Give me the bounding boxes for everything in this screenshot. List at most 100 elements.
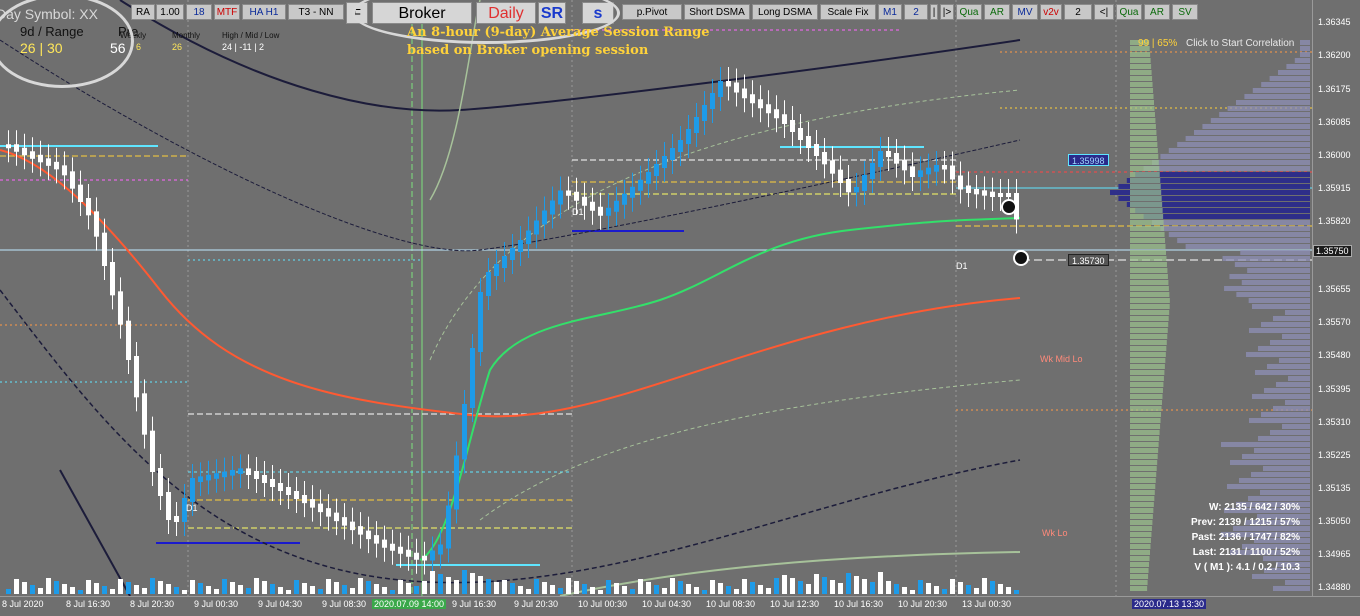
profile-bar [1240, 250, 1310, 255]
candle-body [686, 129, 691, 144]
volume-bar [582, 584, 587, 594]
profile-bar-green [1130, 538, 1151, 543]
long-dsma-button[interactable]: Long DSMA [752, 4, 818, 20]
volume-bar [126, 582, 131, 594]
profile-bar-green [1130, 376, 1164, 381]
mv-button[interactable]: MV [1012, 4, 1038, 20]
profile-bar [1160, 154, 1310, 159]
volume-bar [806, 584, 811, 594]
current-price-tag: 1.35750 [1313, 245, 1352, 257]
candle-body [310, 499, 315, 508]
profile-bar [1278, 70, 1310, 75]
volume-bar [134, 585, 139, 594]
trade-marker[interactable] [1001, 199, 1017, 215]
volume-bar [182, 590, 187, 594]
scale-fix-button[interactable]: Scale Fix [820, 4, 876, 20]
correlation-button[interactable]: Click to Start Correlation [1186, 38, 1294, 49]
volume-bar [830, 580, 835, 594]
candle-body [238, 468, 243, 474]
candle-body [318, 503, 323, 513]
volume-bar [846, 573, 851, 594]
profile-bar [1177, 142, 1310, 147]
ha-h1-button[interactable]: HA H1 [242, 4, 286, 20]
candle-body [902, 159, 907, 171]
candle-body [750, 94, 755, 104]
volume-bar [430, 571, 435, 594]
profile-bar-green [1130, 184, 1161, 189]
time-tick: 9 Jul 16:30 [452, 599, 497, 609]
profile-bar-green [1130, 586, 1148, 591]
sv-button[interactable]: SV [1172, 4, 1198, 20]
price-tick: 1.35135 [1318, 483, 1351, 493]
profile-bar-green [1130, 490, 1155, 495]
trade-marker[interactable] [1013, 250, 1029, 266]
volume-bar [974, 588, 979, 594]
profile-bar [1260, 490, 1310, 495]
t3-button[interactable]: T3 - NN [288, 4, 344, 20]
candle-body [942, 165, 947, 170]
ppivot-button[interactable]: p.Pivot [622, 4, 682, 20]
ratio-button[interactable]: 1.00 [156, 4, 184, 20]
mtf-button[interactable]: MTF [214, 4, 240, 20]
back-button[interactable]: <| [1094, 4, 1114, 20]
candle-body [166, 492, 171, 520]
profile-bar [1273, 586, 1310, 591]
profile-bar-green [1130, 142, 1158, 147]
profile-bar-green [1130, 346, 1167, 351]
profile-bar-green [1130, 226, 1165, 231]
price-tick: 1.36200 [1318, 50, 1351, 60]
candle-body [382, 539, 387, 548]
volume-bar [262, 581, 267, 594]
short-dsma-button[interactable]: Short DSMA [684, 4, 750, 20]
bar-separator[interactable]: | [930, 4, 938, 20]
qua-button[interactable]: Qua [956, 4, 982, 20]
two-b-button[interactable]: 2 [1064, 4, 1092, 20]
profile-bar [1258, 436, 1310, 441]
ar2-button[interactable]: AR [1144, 4, 1170, 20]
ar-button[interactable]: AR [984, 4, 1010, 20]
volume-bar [774, 578, 779, 594]
candle-body [934, 165, 939, 172]
volume-bar [6, 589, 11, 594]
m1-button[interactable]: M1 [878, 4, 902, 20]
volume-bar [78, 590, 83, 594]
candle-body [566, 190, 571, 196]
candle-body [286, 487, 291, 495]
period-button[interactable]: 18 [186, 4, 212, 20]
stat-past: Past: 2136 / 1747 / 82% [1191, 532, 1300, 543]
volume-bar [510, 583, 515, 594]
candle-body [278, 483, 283, 491]
volume-bar [462, 570, 467, 594]
candle-body [574, 191, 579, 201]
v2v-button[interactable]: v2v [1040, 4, 1062, 20]
volume-bar [230, 582, 235, 594]
profile-bar-green [1130, 52, 1151, 57]
profile-bar [1288, 376, 1310, 381]
volume-bar [110, 589, 115, 594]
time-tick: 9 Jul 04:30 [258, 599, 303, 609]
profile-bar-green [1130, 508, 1154, 513]
ra-button[interactable]: RA [131, 4, 155, 20]
profile-bar-green [1130, 94, 1154, 99]
profile-bar-green [1130, 178, 1161, 183]
candle-body [174, 516, 179, 522]
qua2-button[interactable]: Qua [1116, 4, 1142, 20]
profile-bar-green [1130, 250, 1166, 255]
profile-bar-green [1130, 112, 1155, 117]
profile-bar [1249, 418, 1310, 423]
monthly-value: 26 [172, 42, 183, 52]
volume-bar [870, 582, 875, 594]
volume-bar [670, 578, 675, 594]
profile-bar-green [1130, 166, 1160, 171]
candle-body [342, 517, 347, 526]
profile-bar [1294, 58, 1310, 63]
volume-bar [446, 577, 451, 594]
hml-values: 24 | -11 | 2 [222, 42, 265, 52]
candle-body [230, 470, 235, 476]
forward-button[interactable]: |> [940, 4, 954, 20]
volume-bar [502, 580, 507, 594]
profile-bar [1273, 406, 1310, 411]
candle-body [662, 156, 667, 168]
candle-body [534, 220, 539, 235]
two-button[interactable]: 2 [904, 4, 928, 20]
